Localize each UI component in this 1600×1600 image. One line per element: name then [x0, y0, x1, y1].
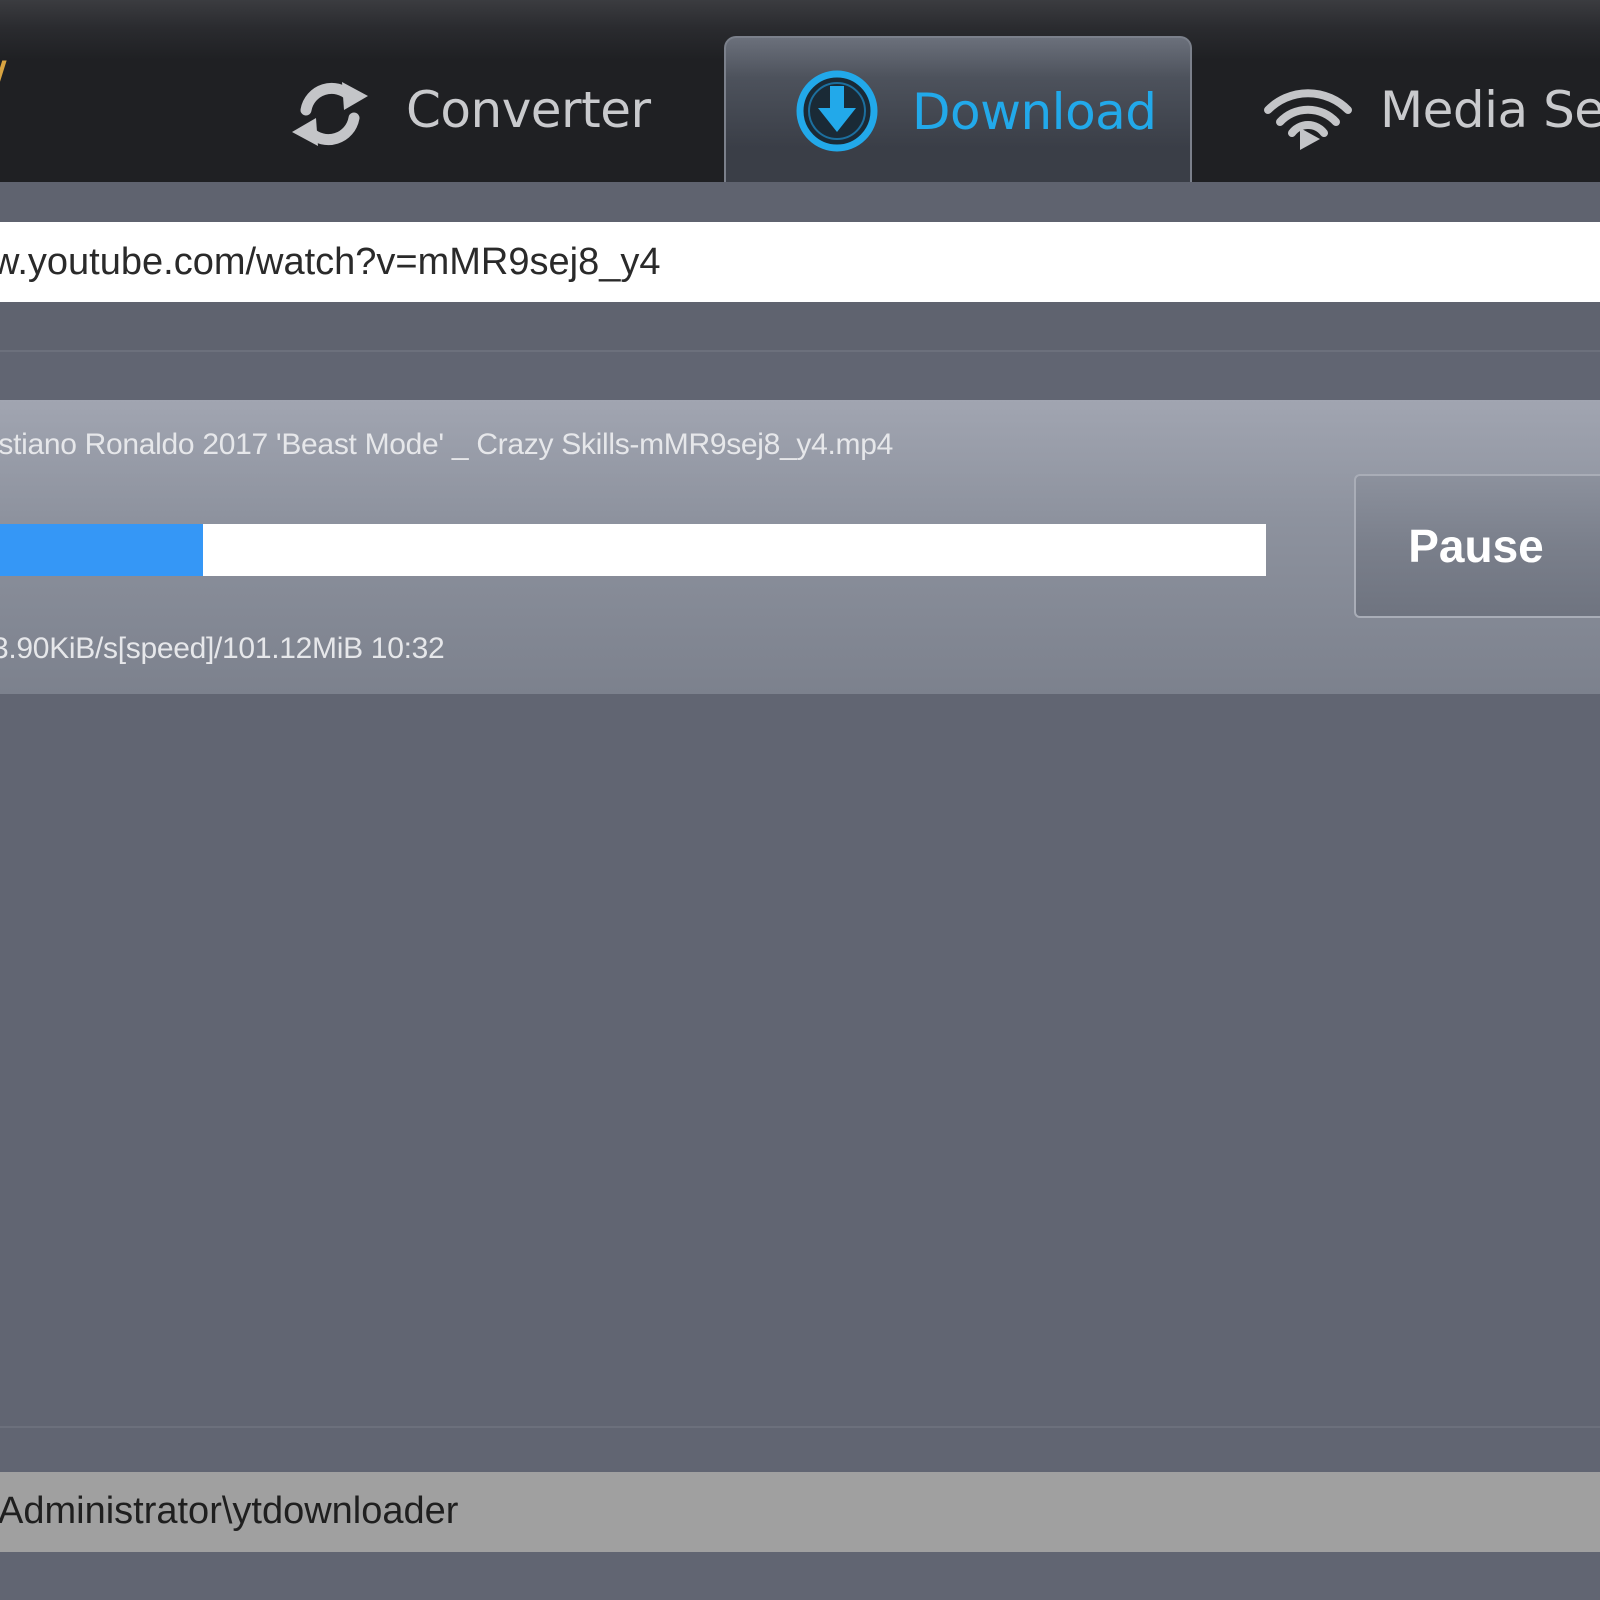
save-path-field[interactable]: Administrator\ytdownloader: [0, 1472, 1600, 1552]
app-window: / Converter: [0, 0, 1600, 1600]
download-progress-bar: [0, 524, 1266, 576]
download-icon: [794, 68, 880, 154]
tab-media-server[interactable]: Media Ser: [1252, 36, 1600, 182]
refresh-icon: [284, 76, 376, 152]
pause-button[interactable]: Pause: [1354, 474, 1600, 618]
app-logo: /: [0, 56, 12, 98]
download-item: istiano Ronaldo 2017 'Beast Mode' _ Craz…: [0, 400, 1600, 694]
download-progress-fill: [0, 524, 203, 576]
tab-converter[interactable]: Converter: [270, 36, 710, 182]
tab-media-server-label: Media Ser: [1380, 81, 1600, 139]
save-path-text: Administrator\ytdownloader: [0, 1490, 459, 1532]
divider: [0, 1426, 1600, 1428]
tab-bar: / Converter: [0, 0, 1600, 182]
url-input[interactable]: [0, 222, 1600, 302]
wifi-play-icon: [1262, 76, 1354, 152]
url-bar: [0, 182, 1600, 352]
tab-converter-label: Converter: [406, 81, 651, 139]
tab-download-label: Download: [912, 83, 1157, 141]
divider: [0, 350, 1600, 352]
tab-download[interactable]: Download: [724, 36, 1192, 182]
download-status: 3.90KiB/s[speed]/101.12MiB 10:32: [0, 632, 445, 665]
download-filename: istiano Ronaldo 2017 'Beast Mode' _ Craz…: [0, 428, 894, 461]
